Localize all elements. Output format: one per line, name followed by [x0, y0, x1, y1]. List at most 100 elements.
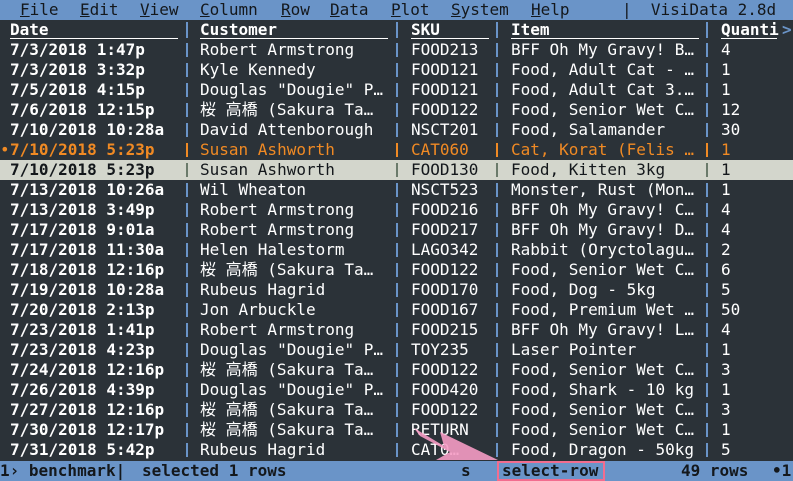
table-row[interactable]: 7/13/2018 3:49p Robert Armstrong FOOD216 BF…: [0, 200, 793, 220]
cell-date[interactable]: 7/19/2018 10:28a: [10, 280, 182, 300]
cell-qty[interactable]: 1: [721, 380, 781, 400]
cell-customer[interactable]: Rubeus Hagrid: [200, 280, 392, 300]
cell-customer[interactable]: Douglas "Dougie" P…: [200, 340, 392, 360]
cell-customer[interactable]: Robert Armstrong: [200, 320, 392, 340]
cell-customer[interactable]: Wil Wheaton: [200, 180, 392, 200]
cell-qty[interactable]: 4: [721, 40, 781, 60]
cell-customer[interactable]: Helen Halestorm: [200, 240, 392, 260]
cell-item[interactable]: Food, Adult Cat 3.…: [511, 80, 703, 100]
cell-customer[interactable]: Rubeus Hagrid: [200, 440, 392, 460]
cell-sku[interactable]: FOOD213: [411, 40, 493, 60]
cell-item[interactable]: Rabbit (Oryctolagu…: [511, 240, 703, 260]
cell-item[interactable]: Food, Dog - 5kg: [511, 280, 703, 300]
table-row[interactable]: 7/3/2018 1:47p Robert Armstrong FOOD213 BFF…: [0, 40, 793, 60]
cell-sku[interactable]: NSCT523: [411, 180, 493, 200]
cell-customer[interactable]: David Attenborough: [200, 120, 392, 140]
cell-qty[interactable]: 30: [721, 120, 781, 140]
cell-date[interactable]: 7/17/2018 11:30a: [10, 240, 182, 260]
table-row[interactable]: 7/18/2018 12:16p 桜 高橋 (Sakura Ta… FOOD122 F…: [0, 260, 793, 280]
sheet-indicator[interactable]: 1› benchmark|: [0, 461, 125, 481]
cell-sku[interactable]: FOOD420: [411, 380, 493, 400]
cell-customer[interactable]: Robert Armstrong: [200, 40, 392, 60]
cell-item[interactable]: Food, Kitten 3kg: [511, 160, 703, 180]
cell-qty[interactable]: 5: [721, 280, 781, 300]
cell-item[interactable]: BFF Oh My Gravy! L…: [511, 320, 703, 340]
cell-sku[interactable]: FOOD121: [411, 80, 493, 100]
cell-qty[interactable]: 1: [721, 420, 781, 440]
cell-sku[interactable]: TOY235: [411, 340, 493, 360]
cell-customer[interactable]: Robert Armstrong: [200, 220, 392, 240]
table-row[interactable]: 7/17/2018 11:30a Helen Halestorm LAGO342 Ra…: [0, 240, 793, 260]
cell-customer[interactable]: Jon Arbuckle: [200, 300, 392, 320]
column-header-quanti[interactable]: Quanti: [721, 20, 781, 40]
cell-sku[interactable]: FOOD121: [411, 60, 493, 80]
cell-qty[interactable]: 1: [721, 340, 781, 360]
cell-customer[interactable]: 桜 高橋 (Sakura Ta…: [200, 400, 392, 420]
cell-customer[interactable]: 桜 高橋 (Sakura Ta…: [200, 360, 392, 380]
cell-item[interactable]: BFF Oh My Gravy! B…: [511, 40, 703, 60]
cell-qty[interactable]: 3: [721, 360, 781, 380]
cell-customer[interactable]: 桜 高橋 (Sakura Ta…: [200, 100, 392, 120]
cell-date[interactable]: 7/27/2018 12:16p: [10, 400, 182, 420]
cell-qty[interactable]: 4: [721, 320, 781, 340]
cell-item[interactable]: Food, Senior Wet C…: [511, 400, 703, 420]
cell-item[interactable]: Food, Dragon - 50kg: [511, 440, 703, 460]
cell-sku[interactable]: LAGO342: [411, 240, 493, 260]
cell-date[interactable]: 7/3/2018 3:32p: [10, 60, 182, 80]
menu-item-plot[interactable]: Plot: [391, 0, 430, 20]
menu-item-column[interactable]: Column: [200, 0, 258, 20]
cell-date[interactable]: 7/13/2018 3:49p: [10, 200, 182, 220]
cell-date[interactable]: 7/10/2018 10:28a: [10, 120, 182, 140]
table-row[interactable]: 7/27/2018 12:16p 桜 高橋 (Sakura Ta… FOOD122 F…: [0, 400, 793, 420]
cell-qty[interactable]: 5: [721, 440, 781, 460]
cell-date[interactable]: 7/13/2018 10:26a: [10, 180, 182, 200]
table-row[interactable]: 7/24/2018 12:16p 桜 高橋 (Sakura Ta… FOOD122 F…: [0, 360, 793, 380]
table-row[interactable]: 7/30/2018 12:17p 桜 高橋 (Sakura Ta… RETURN Fo…: [0, 420, 793, 440]
cell-date[interactable]: 7/20/2018 2:13p: [10, 300, 182, 320]
cell-item[interactable]: Food, Senior Wet C…: [511, 100, 703, 120]
table-row[interactable]: 7/13/2018 10:26a Wil Wheaton NSCT523 Monste…: [0, 180, 793, 200]
table-row[interactable]: 7/10/2018 10:28a David Attenborough NSCT20…: [0, 120, 793, 140]
cell-sku[interactable]: FOOD122: [411, 360, 493, 380]
table-row[interactable]: 7/23/2018 4:23p Douglas "Dougie" P… TOY235…: [0, 340, 793, 360]
table-row[interactable]: 7/20/2018 2:13p Jon Arbuckle FOOD167 Food, …: [0, 300, 793, 320]
menu-item-edit[interactable]: Edit: [80, 0, 119, 20]
cell-item[interactable]: Food, Salamander: [511, 120, 703, 140]
cell-sku[interactable]: FOOD170: [411, 280, 493, 300]
cell-sku[interactable]: FOOD130: [411, 160, 493, 180]
menu-item-file[interactable]: File: [20, 0, 59, 20]
table-row[interactable]: 7/3/2018 3:32p Kyle Kennedy FOOD121 Food, A…: [0, 60, 793, 80]
cell-date[interactable]: 7/10/2018 5:23p: [10, 140, 182, 160]
cell-qty[interactable]: 1: [721, 180, 781, 200]
cell-date[interactable]: 7/31/2018 5:42p: [10, 440, 182, 460]
cell-item[interactable]: Food, Premium Wet …: [511, 300, 703, 320]
cell-sku[interactable]: FOOD217: [411, 220, 493, 240]
cell-customer[interactable]: 桜 高橋 (Sakura Ta…: [200, 260, 392, 280]
table-row[interactable]: 7/23/2018 1:41p Robert Armstrong FOOD215 BF…: [0, 320, 793, 340]
cell-sku[interactable]: FOOD122: [411, 100, 493, 120]
table-row[interactable]: 7/26/2018 4:39p Douglas "Dougie" P… FOOD42…: [0, 380, 793, 400]
cell-item[interactable]: Food, Senior Wet C…: [511, 420, 703, 440]
cell-qty[interactable]: 50: [721, 300, 781, 320]
cell-customer[interactable]: Susan Ashworth: [200, 160, 392, 180]
cell-customer[interactable]: Susan Ashworth: [200, 140, 392, 160]
table-row[interactable]: 7/6/2018 12:15p 桜 高橋 (Sakura Ta… FOOD122 Fo…: [0, 100, 793, 120]
cell-customer[interactable]: Robert Armstrong: [200, 200, 392, 220]
cell-qty[interactable]: 12: [721, 100, 781, 120]
cell-item[interactable]: Food, Shark - 10 kg: [511, 380, 703, 400]
cell-customer[interactable]: Douglas "Dougie" P…: [200, 80, 392, 100]
menu-item-row[interactable]: Row: [281, 0, 310, 20]
table-row-selected[interactable]: • 7/10/2018 5:23p Susan Ashworth CAT060 Cat,…: [0, 140, 793, 160]
cell-date[interactable]: 7/18/2018 12:16p: [10, 260, 182, 280]
cell-qty[interactable]: 1: [721, 140, 781, 160]
cell-item[interactable]: Cat, Korat (Felis …: [511, 140, 703, 160]
cell-item[interactable]: Monster, Rust (Mon…: [511, 180, 703, 200]
column-header-date[interactable]: Date: [10, 20, 182, 40]
cell-qty[interactable]: 1: [721, 160, 781, 180]
cell-qty[interactable]: 1: [721, 80, 781, 100]
cell-qty[interactable]: 2: [721, 240, 781, 260]
cell-sku[interactable]: FOOD122: [411, 400, 493, 420]
cell-item[interactable]: BFF Oh My Gravy! C…: [511, 200, 703, 220]
cell-date[interactable]: 7/30/2018 12:17p: [10, 420, 182, 440]
cell-sku[interactable]: FOOD215: [411, 320, 493, 340]
